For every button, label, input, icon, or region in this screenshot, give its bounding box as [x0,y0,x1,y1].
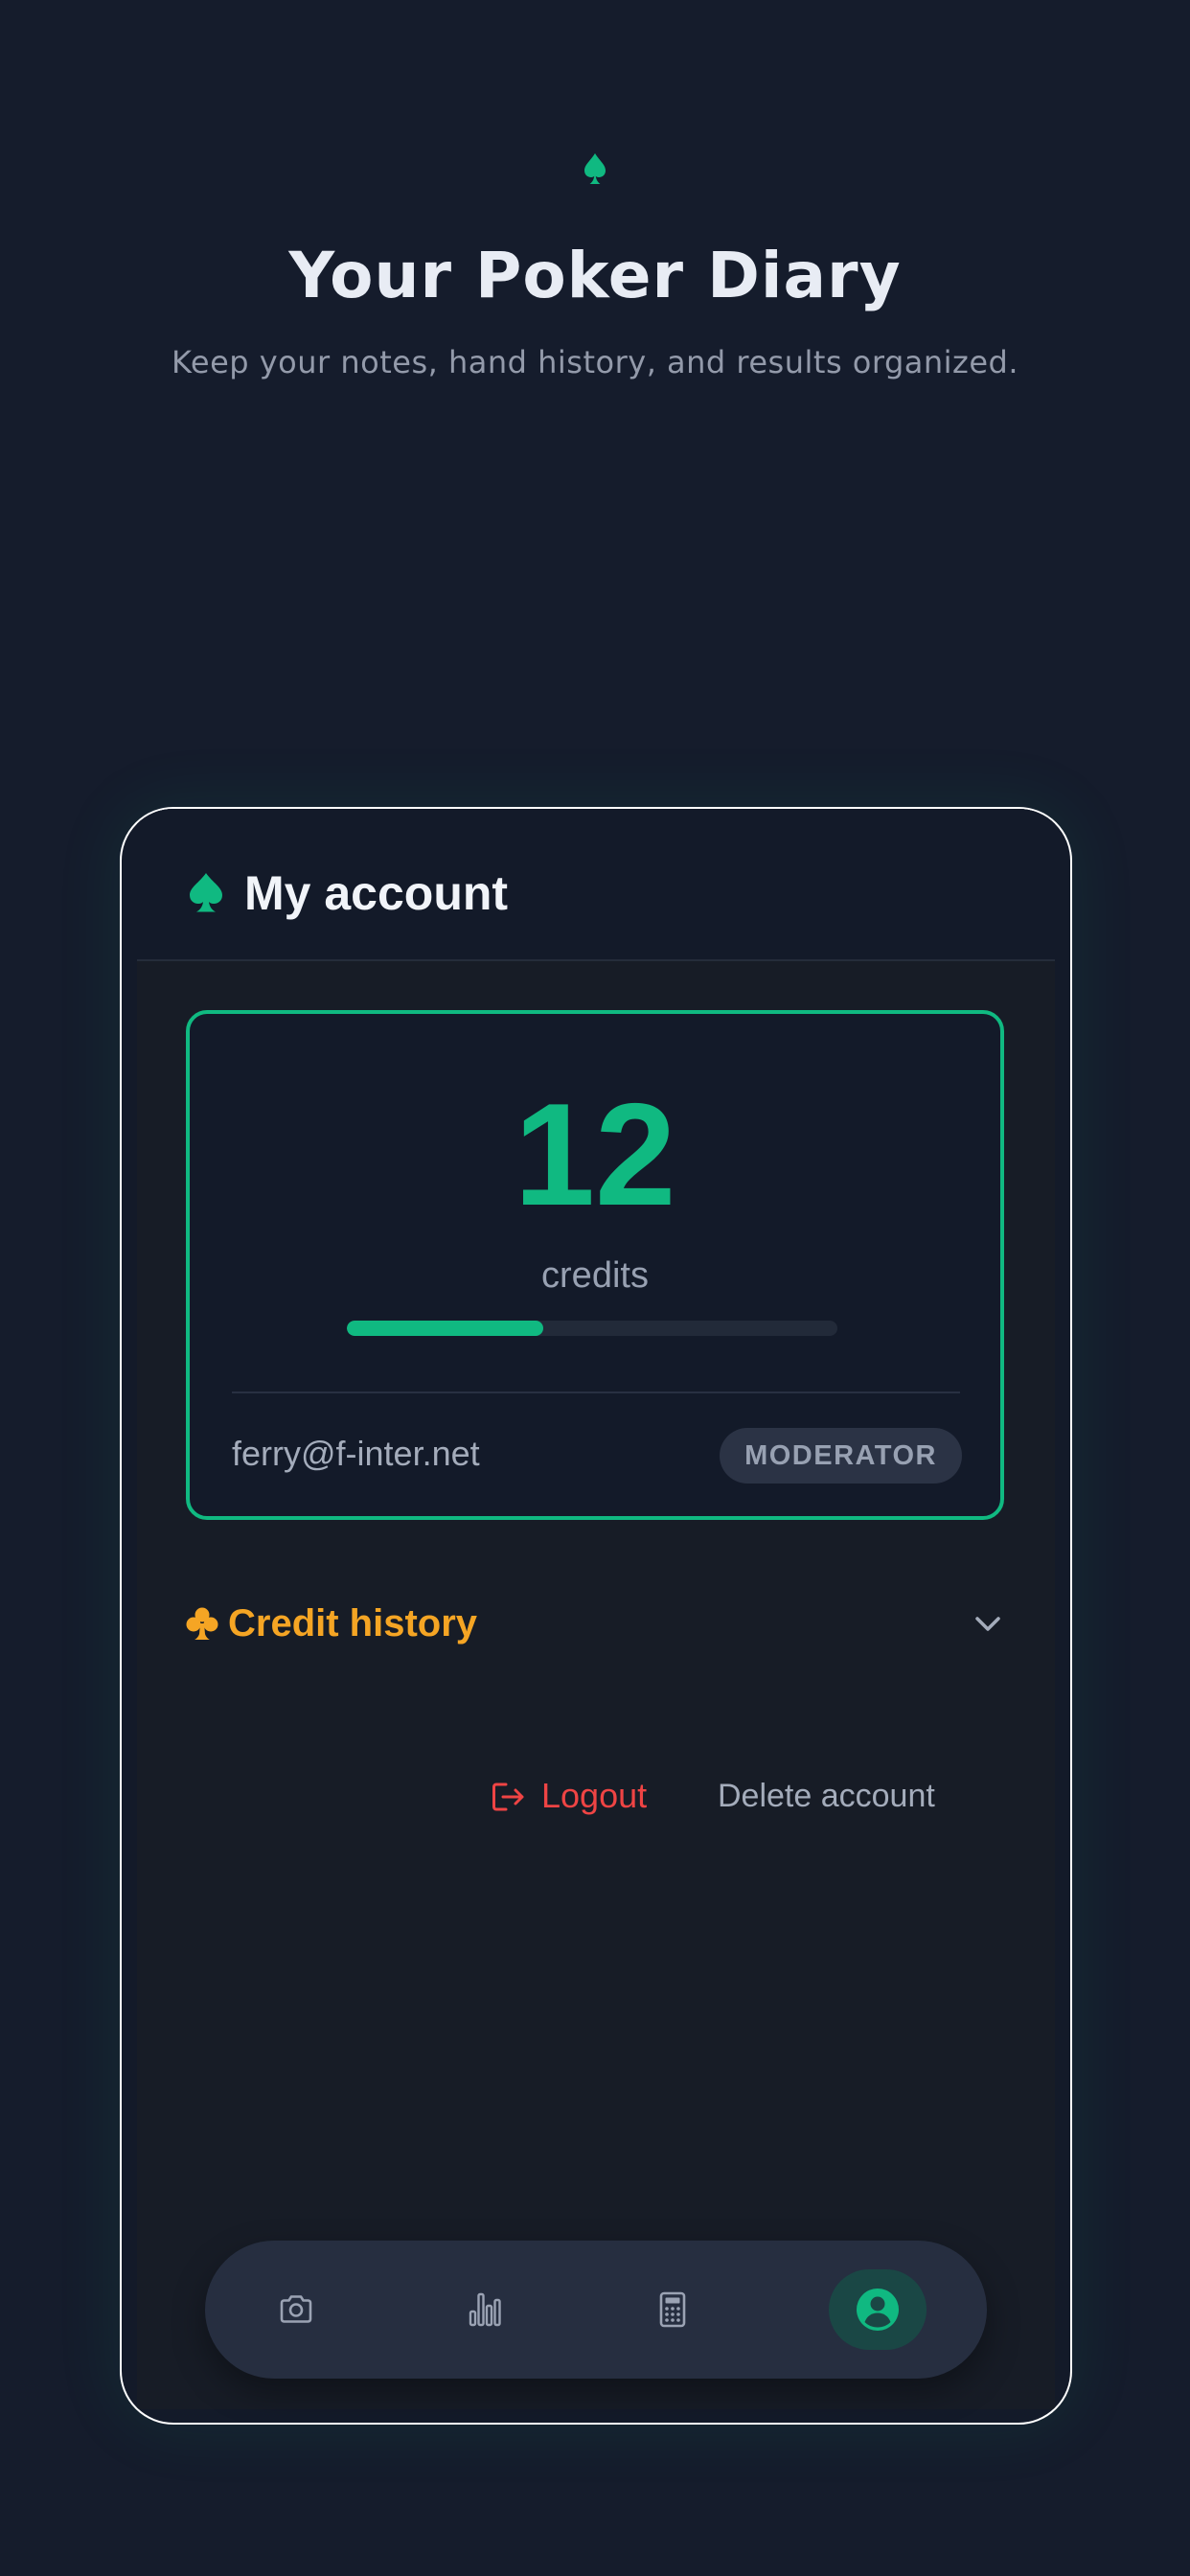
tab-calculator[interactable] [624,2269,721,2350]
spade-icon [190,873,222,912]
calculator-icon [659,2291,686,2328]
logout-button[interactable]: Logout [492,1767,683,1825]
credit-progress-bar [347,1321,837,1336]
delete-account-button[interactable]: Delete account [718,1775,935,1817]
credit-unit-label: credits [541,1255,649,1296]
spade-icon [584,153,606,184]
page-subtitle: Keep your notes, hand history, and resul… [171,344,1019,380]
phone-frame: My account 12 credits ferry@f-inter.net … [120,807,1072,2425]
credit-history-toggle[interactable]: Credit history [186,1593,1004,1654]
credit-card: 12 credits ferry@f-inter.net MODERATOR [186,1010,1004,1520]
tab-camera[interactable] [247,2269,345,2350]
page-title: Your Poker Diary [288,239,902,312]
account-email: ferry@f-inter.net [232,1434,480,1473]
credit-history-label: Credit history [228,1602,478,1644]
logout-label: Logout [541,1776,648,1815]
role-badge: MODERATOR [720,1428,962,1484]
logout-icon [492,1782,524,1811]
camera-icon [280,2295,312,2323]
bottom-tab-bar [205,2241,987,2379]
user-circle-icon [857,2288,899,2331]
screen-title: My account [244,866,509,920]
tab-statistics[interactable] [436,2269,534,2350]
chevron-down-icon [975,1617,1000,1631]
account-screen: My account 12 credits ferry@f-inter.net … [137,809,1055,2409]
credit-progress-fill [347,1321,543,1336]
bar-chart-icon [469,2292,501,2327]
club-icon [186,1607,218,1640]
app-header: My account [137,809,1055,961]
credit-balance: 12 [514,1073,676,1236]
tab-account[interactable] [829,2269,927,2350]
divider [232,1392,960,1393]
